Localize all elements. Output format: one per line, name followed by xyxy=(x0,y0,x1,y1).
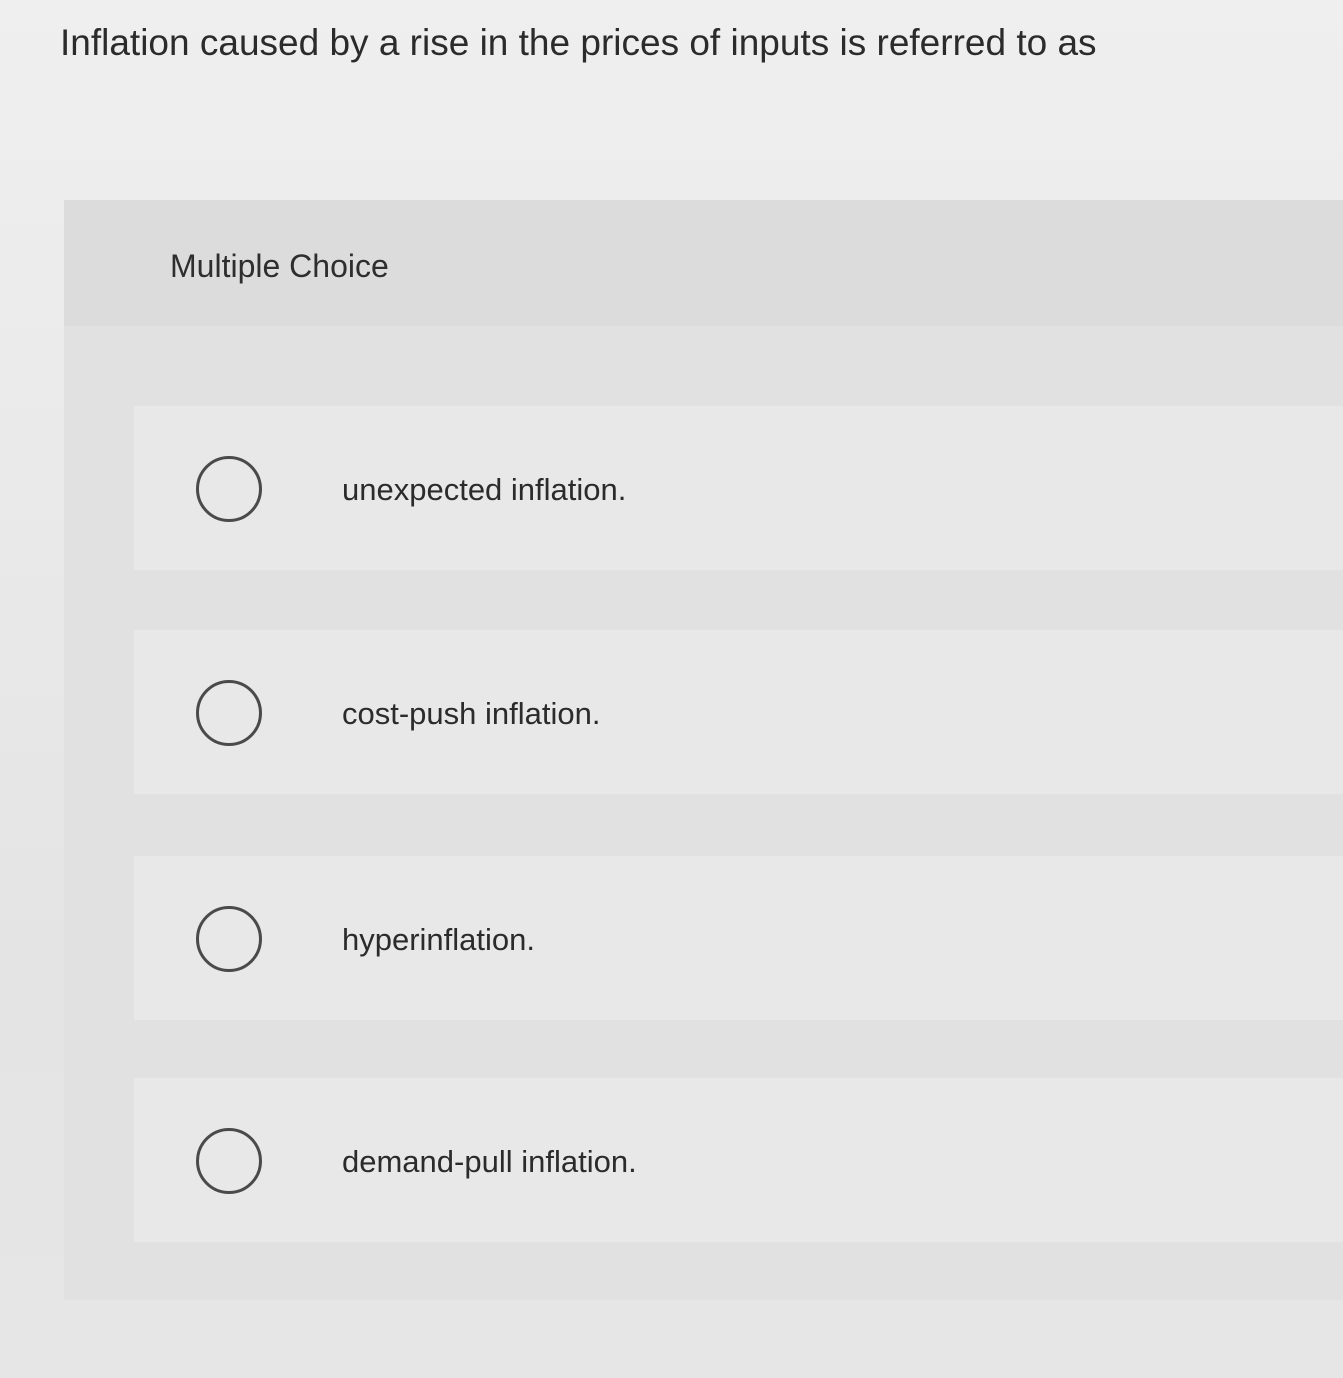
multiple-choice-label: Multiple Choice xyxy=(170,248,389,284)
question-text: Inflation caused by a rise in the prices… xyxy=(60,22,1097,63)
option-label: cost-push inflation. xyxy=(342,696,601,731)
option-demand-pull-inflation[interactable]: demand-pull inflation. xyxy=(134,1078,1343,1242)
radio-unselected-icon[interactable] xyxy=(196,680,262,746)
radio-unselected-icon[interactable] xyxy=(196,906,262,972)
radio-unselected-icon[interactable] xyxy=(196,1128,262,1194)
option-cost-push-inflation[interactable]: cost-push inflation. xyxy=(134,630,1343,794)
option-label: hyperinflation. xyxy=(342,922,536,957)
multiple-choice-header: Multiple Choice xyxy=(64,200,1343,326)
option-unexpected-inflation[interactable]: unexpected inflation. xyxy=(134,406,1343,570)
option-label: unexpected inflation. xyxy=(342,472,627,507)
option-label: demand-pull inflation. xyxy=(342,1144,637,1179)
option-hyperinflation[interactable]: hyperinflation. xyxy=(134,856,1343,1020)
multiple-choice-panel: Multiple Choice unexpected inflation. co… xyxy=(64,200,1343,1300)
radio-unselected-icon[interactable] xyxy=(196,456,262,522)
